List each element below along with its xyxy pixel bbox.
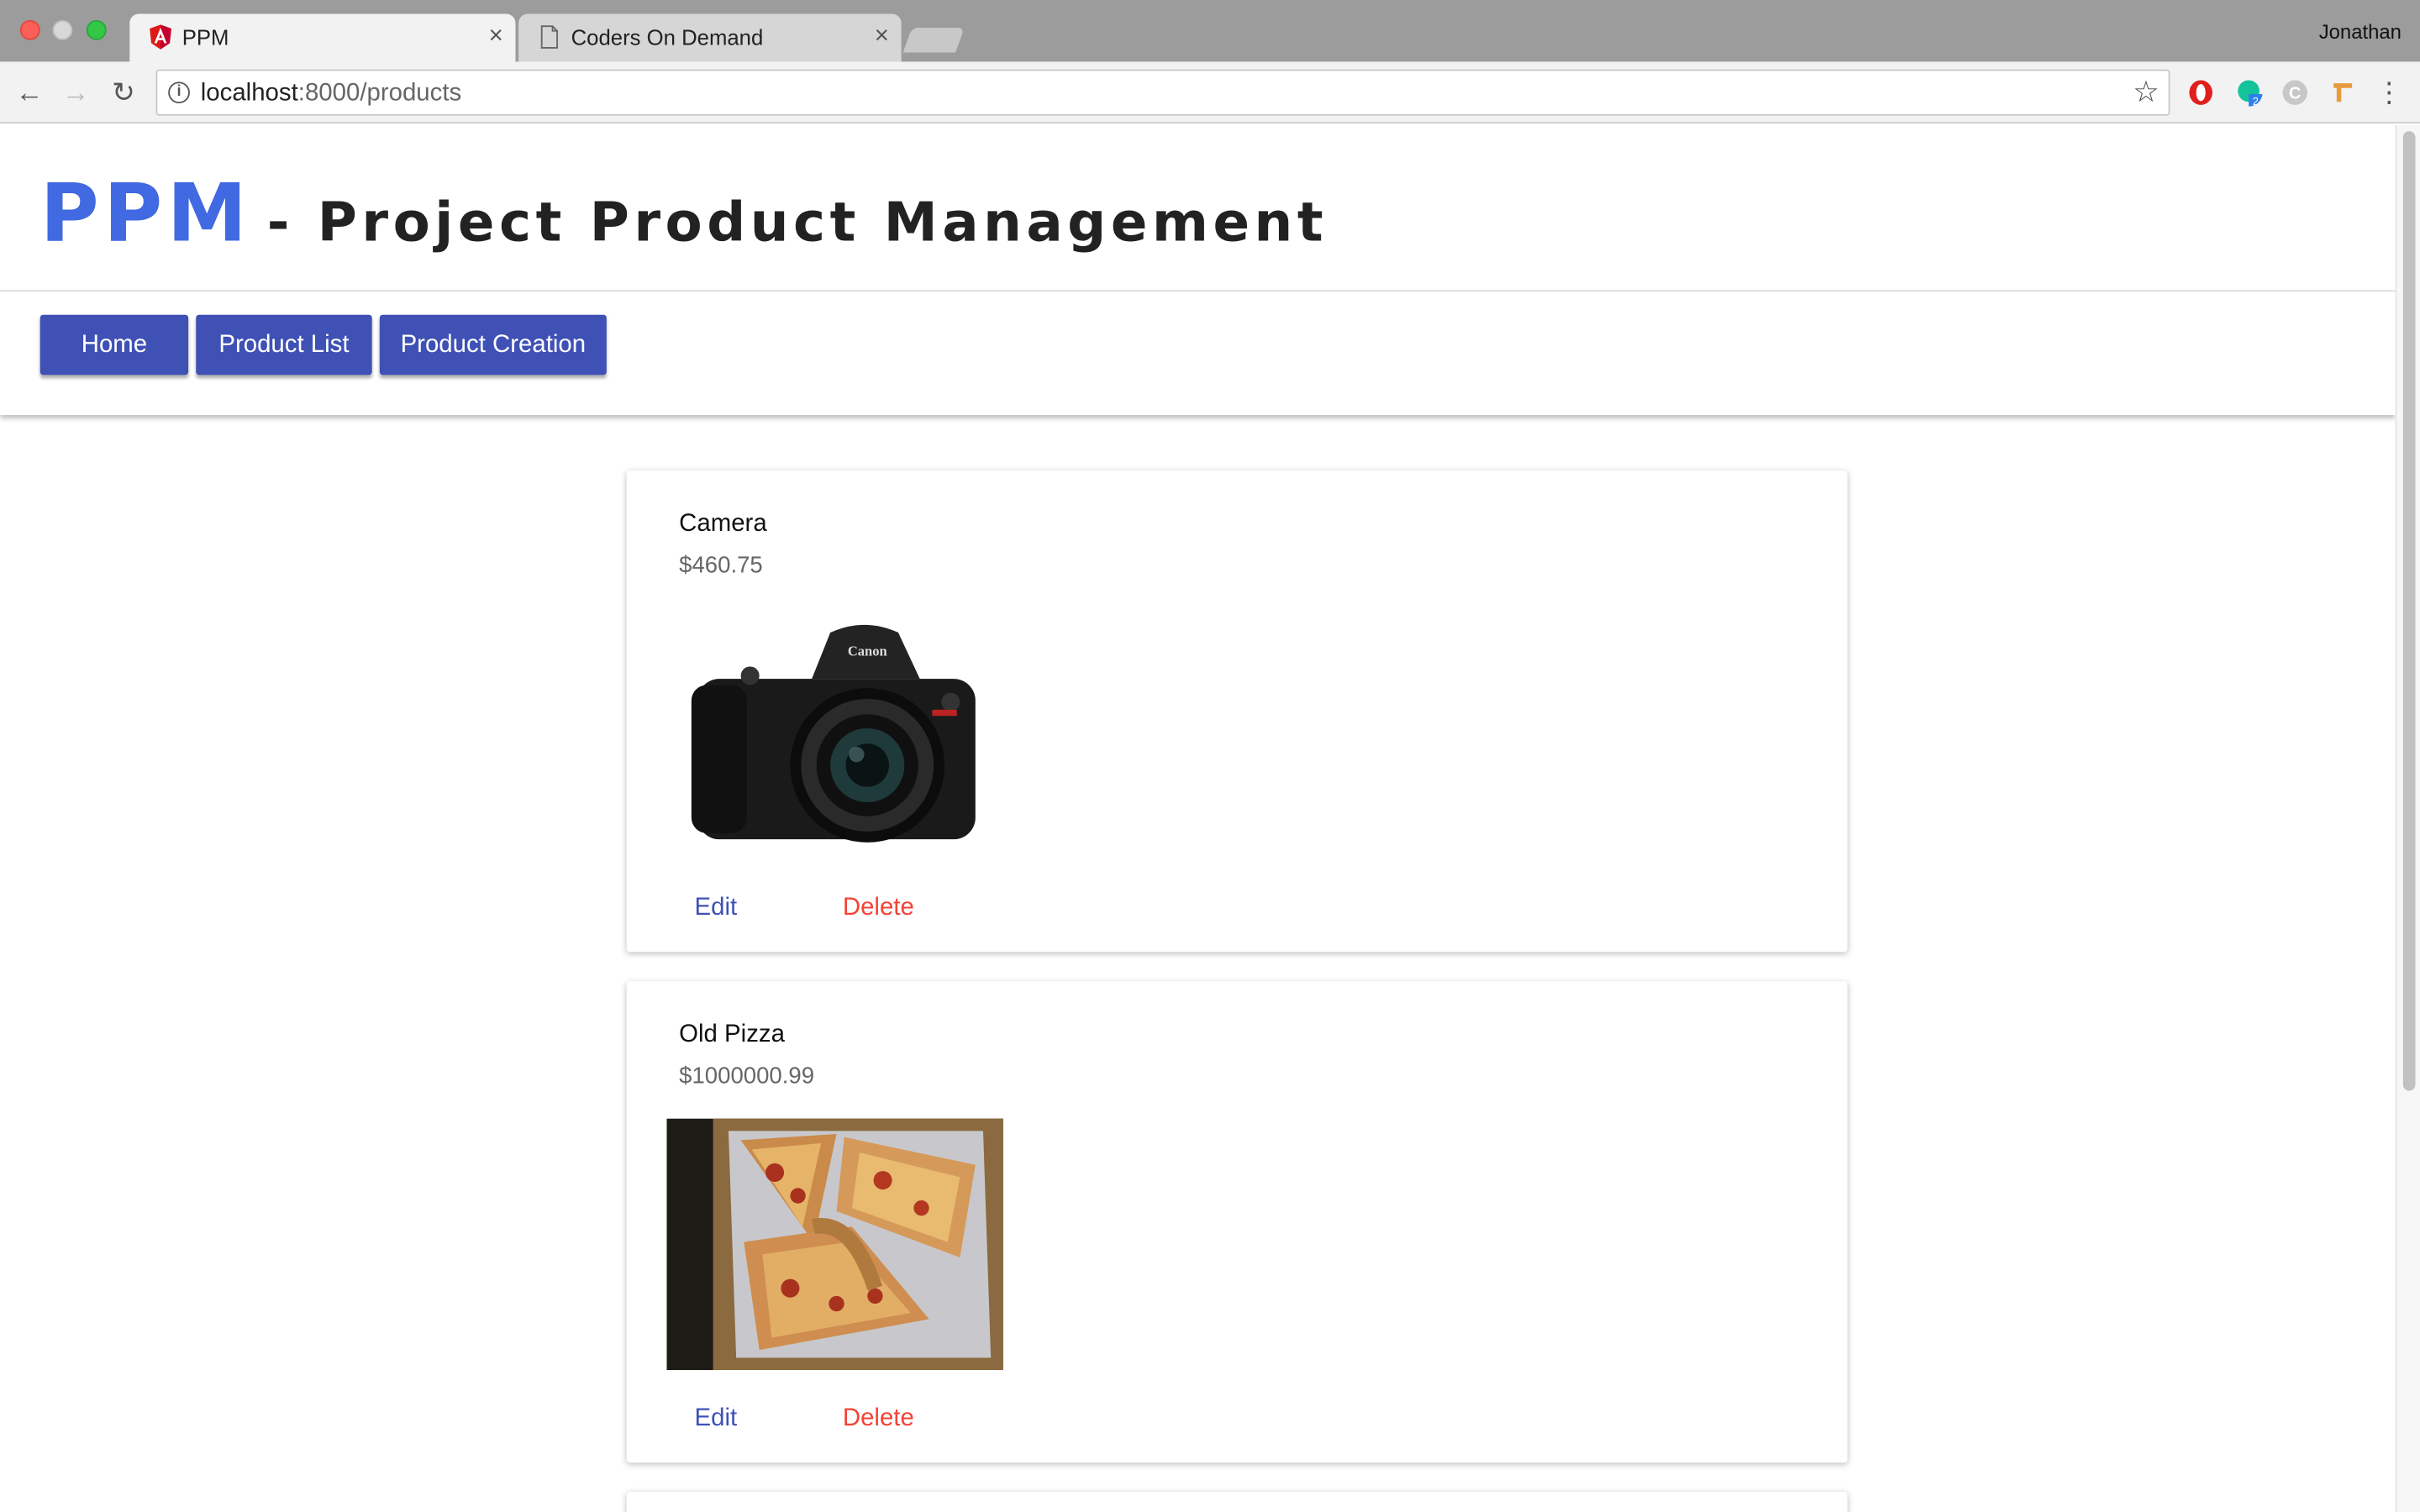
back-arrow-icon[interactable]: ←: [11, 74, 48, 111]
home-button[interactable]: Home: [39, 314, 189, 375]
close-tab-icon[interactable]: ×: [875, 22, 889, 53]
tab-title: PPM: [182, 24, 229, 50]
nav-bar: Home Product List Product Creation: [0, 291, 2396, 416]
pizza-product-image: [666, 1118, 1003, 1371]
tab-ppm[interactable]: PPM ×: [129, 13, 516, 62]
opera-extension-icon[interactable]: [2187, 79, 2215, 107]
c-extension-icon[interactable]: C: [2281, 79, 2309, 107]
reload-icon[interactable]: ↻: [105, 74, 142, 111]
bookmark-star-icon[interactable]: ☆: [2133, 76, 2159, 111]
browser-menu-icon[interactable]: ⋮: [2370, 74, 2407, 111]
page-content: PPM - Project Product Management Home Pro…: [0, 124, 2396, 1512]
product-price: $460.75: [679, 552, 763, 579]
product-card: [626, 1492, 1848, 1512]
profile-name[interactable]: Jonathan: [2319, 20, 2402, 44]
product-list-button[interactable]: Product List: [196, 314, 372, 375]
tab-title: Coders On Demand: [571, 24, 764, 50]
svg-text:2: 2: [2253, 95, 2259, 107]
delete-link[interactable]: Delete: [843, 895, 914, 922]
product-card: Old Pizza $1000000.99 Edit Delete: [626, 981, 1848, 1463]
product-name: Camera: [679, 510, 767, 538]
address-bar[interactable]: i localhost:8000/products ☆: [155, 69, 2170, 116]
forward-arrow-icon[interactable]: →: [57, 74, 94, 111]
page-header: PPM - Project Product Management Home Pro…: [0, 125, 2396, 416]
url-text[interactable]: localhost:8000/products: [201, 81, 461, 108]
wrench-extension-icon[interactable]: [2329, 79, 2357, 107]
product-card: Camera $460.75 Canon Edit Delete: [626, 470, 1848, 953]
grammarly-extension-icon[interactable]: 2: [2235, 79, 2263, 107]
window-close-button[interactable]: [19, 19, 40, 40]
svg-text:Canon: Canon: [848, 643, 887, 659]
info-icon[interactable]: i: [168, 81, 190, 104]
brand-subtitle: - Project Product Management: [266, 192, 1328, 255]
document-icon: [540, 25, 558, 49]
page-title: PPM - Project Product Management: [40, 168, 1328, 260]
angular-icon: [150, 24, 171, 50]
tab-coders-on-demand[interactable]: Coders On Demand ×: [518, 13, 902, 62]
close-tab-icon[interactable]: ×: [489, 22, 503, 53]
product-price: $1000000.99: [679, 1063, 815, 1089]
new-tab-button[interactable]: [902, 28, 965, 53]
camera-product-image: Canon: [691, 624, 976, 843]
delete-link[interactable]: Delete: [843, 1405, 914, 1433]
window-minimize-button[interactable]: [52, 19, 73, 40]
product-creation-button[interactable]: Product Creation: [379, 314, 607, 375]
edit-link[interactable]: Edit: [695, 895, 738, 922]
window-zoom-button[interactable]: [86, 19, 107, 40]
browser-toolbar: ← → ↻ i localhost:8000/products ☆ 2 C ⋮: [0, 61, 2420, 123]
product-name: Old Pizza: [679, 1021, 785, 1048]
page-scrollbar[interactable]: [2395, 124, 2420, 1512]
svg-text:C: C: [2289, 85, 2302, 103]
edit-link[interactable]: Edit: [695, 1405, 738, 1433]
brand-logo-text: PPM: [39, 168, 252, 261]
browser-tab-strip: PPM × Coders On Demand × Jonathan: [0, 0, 2420, 62]
scrollbar-thumb[interactable]: [2402, 131, 2416, 1091]
